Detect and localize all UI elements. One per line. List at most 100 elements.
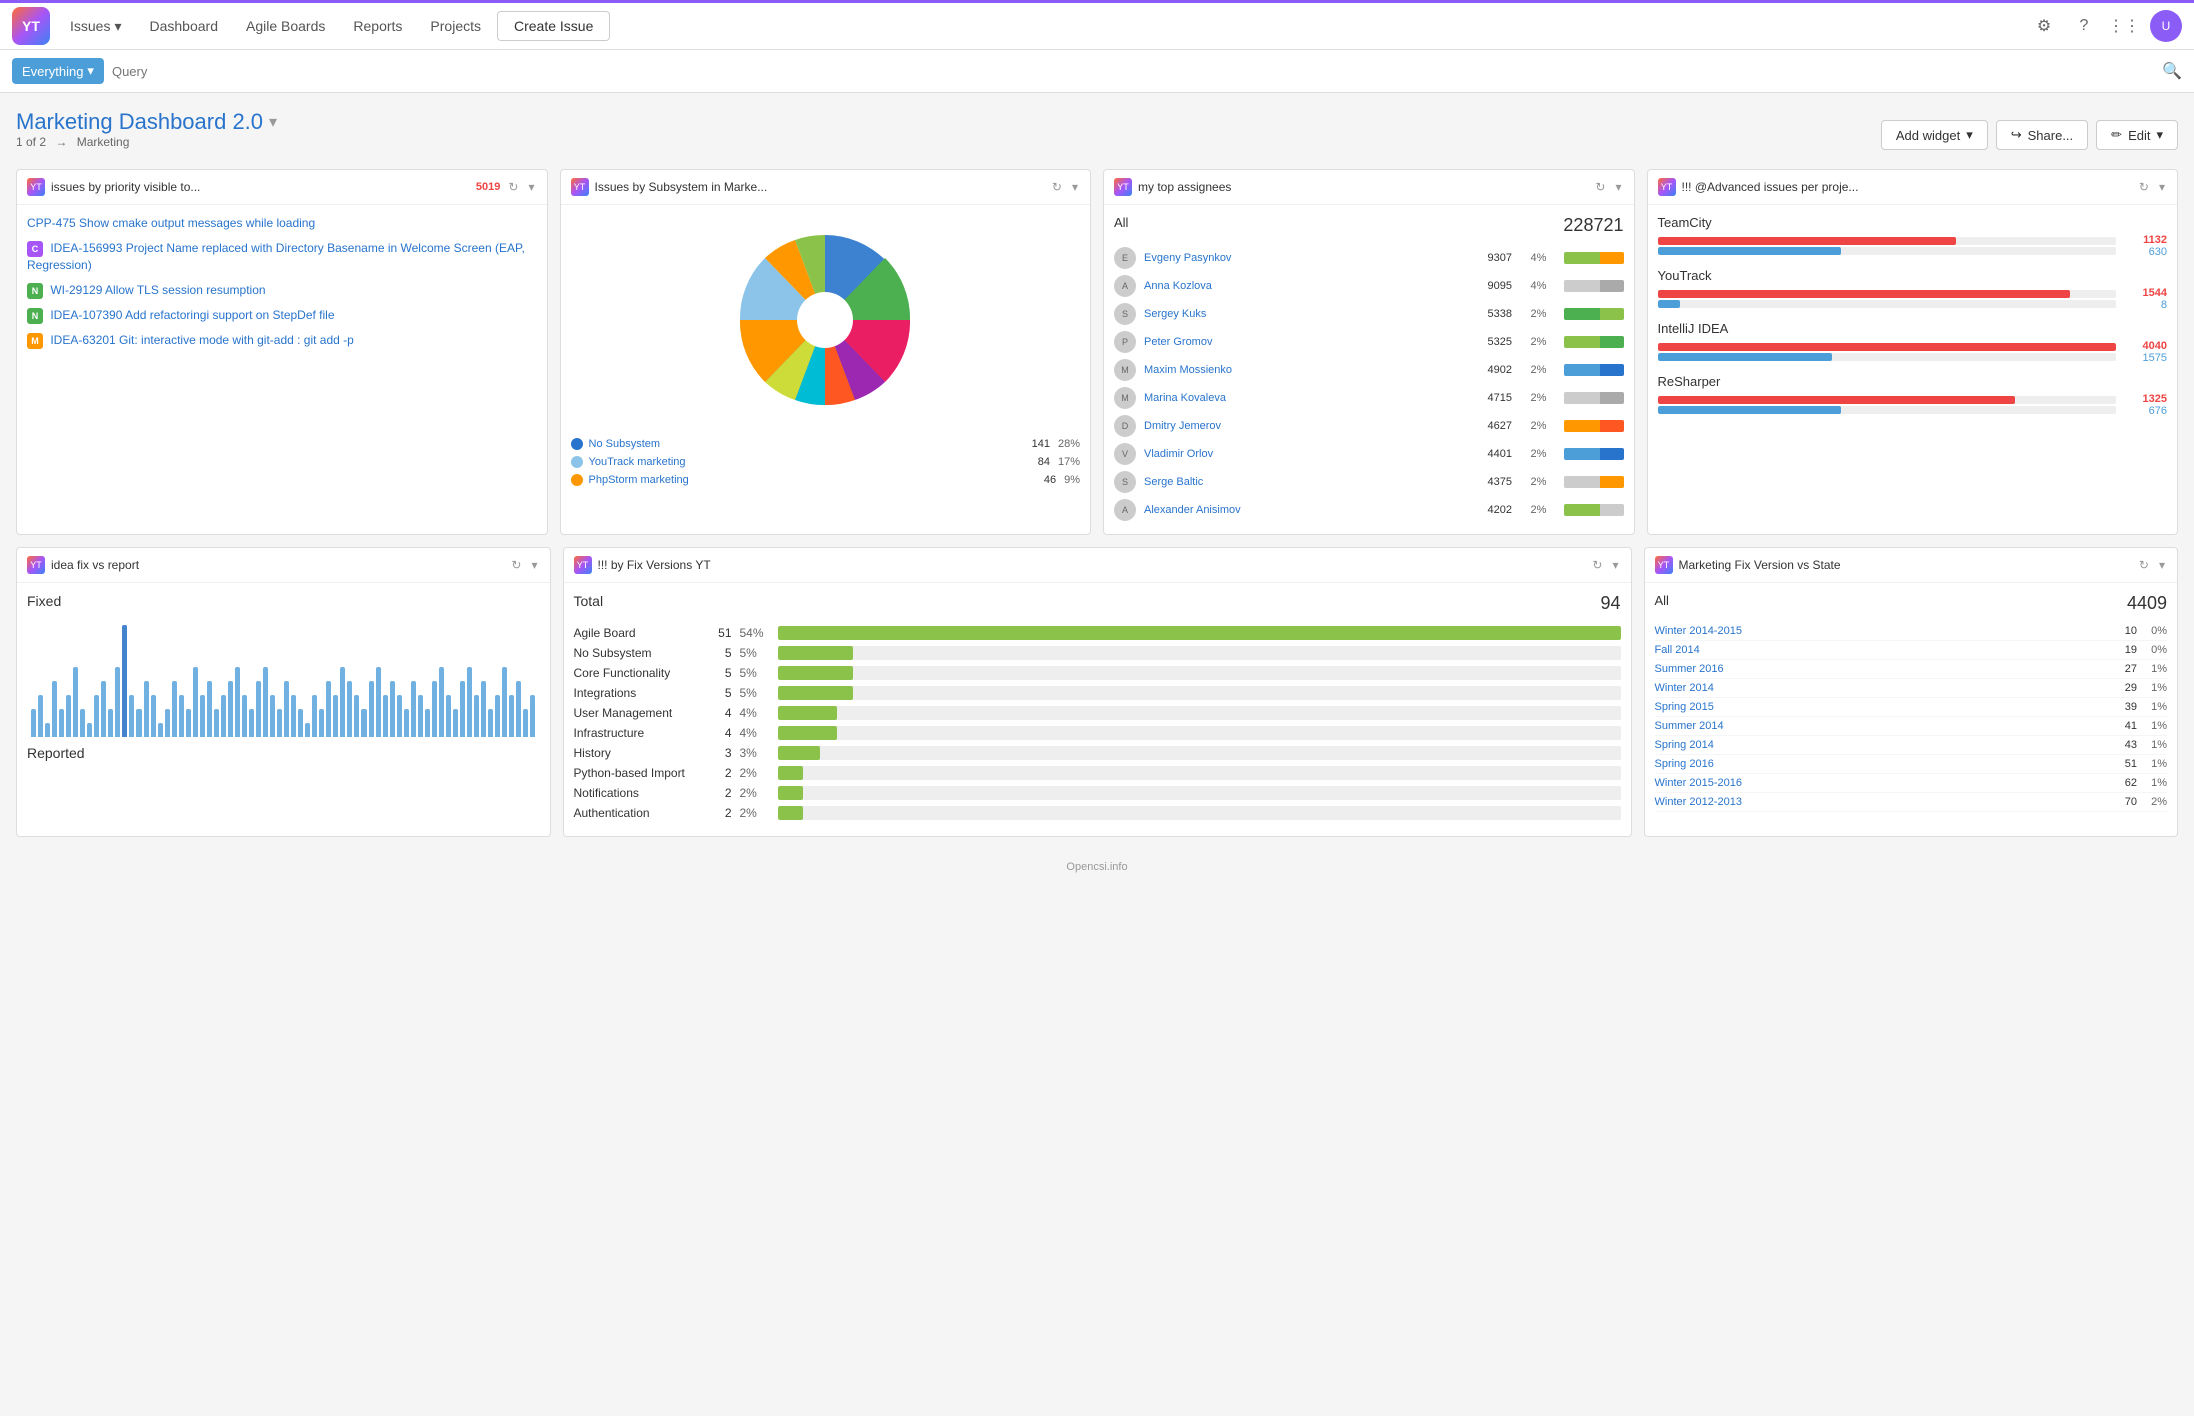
list-item: D Dmitry Jemerov 4627 2% xyxy=(1114,412,1624,440)
fix-vs-report-widget: YT idea fix vs report ↻ ▾ Fixed Reported xyxy=(16,547,551,837)
assignee-name[interactable]: Sergey Kuks xyxy=(1144,308,1480,320)
version-name[interactable]: Spring 2016 xyxy=(1655,758,2108,770)
widget-refresh-button[interactable]: ↻ xyxy=(509,556,523,574)
widget-expand-button[interactable]: ▾ xyxy=(1070,178,1080,196)
project-name: TeamCity xyxy=(1658,215,2168,230)
version-count: 41 xyxy=(2107,720,2137,732)
assignee-name[interactable]: Anna Kozlova xyxy=(1144,280,1480,292)
issue-item: N WI-29129 Allow TLS session resumption xyxy=(27,282,537,299)
chart-bar xyxy=(453,709,458,737)
widget-refresh-button[interactable]: ↻ xyxy=(1050,178,1064,196)
issue-link[interactable]: IDEA-107390 Add refactoringi support on … xyxy=(50,308,334,322)
fix-version-percent: 2% xyxy=(740,806,770,820)
chart-bar xyxy=(432,681,437,737)
version-name[interactable]: Spring 2014 xyxy=(1655,739,2108,751)
fix-versions-list: Agile Board 51 54% No Subsystem 5 5% Cor… xyxy=(574,626,1621,820)
assignee-percent: 2% xyxy=(1531,364,1556,376)
chart-bar xyxy=(136,709,141,737)
nav-reports[interactable]: Reports xyxy=(341,12,414,40)
widget-expand-button[interactable]: ▾ xyxy=(2157,556,2167,574)
widget-header: YT Issues by Subsystem in Marke... ↻ ▾ xyxy=(561,170,1091,205)
widget-refresh-button[interactable]: ↻ xyxy=(1590,556,1604,574)
edit-button[interactable]: ✏ Edit ▾ xyxy=(2096,120,2178,150)
assignee-name[interactable]: Serge Baltic xyxy=(1144,476,1480,488)
nav-issues[interactable]: Issues ▾ xyxy=(58,12,134,41)
legend-label: PhpStorm marketing xyxy=(589,474,1044,486)
assignee-count: 4375 xyxy=(1488,476,1523,488)
project-bar-blue xyxy=(1658,353,2117,361)
version-name[interactable]: Winter 2014-2015 xyxy=(1655,625,2108,637)
project-bar-row: 1544 8 xyxy=(1658,287,2168,311)
version-count: 43 xyxy=(2107,739,2137,751)
legend-count: 46 xyxy=(1044,474,1056,486)
edit-dropdown-icon: ▾ xyxy=(2156,127,2163,143)
widget-title: Issues by Subsystem in Marke... xyxy=(595,180,1044,194)
app-logo[interactable]: YT xyxy=(12,7,50,45)
widget-body: CPP-475 Show cmake output messages while… xyxy=(17,205,547,367)
project-name: YouTrack xyxy=(1658,268,2168,283)
issues-by-priority-widget: YT issues by priority visible to... 5019… xyxy=(16,169,548,535)
chart-bar xyxy=(530,695,535,737)
issue-link[interactable]: IDEA-63201 Git: interactive mode with gi… xyxy=(50,333,354,347)
bottom-widget-row: YT idea fix vs report ↻ ▾ Fixed Reported… xyxy=(16,547,2178,837)
assignee-name[interactable]: Maxim Mossienko xyxy=(1144,364,1480,376)
assignee-name[interactable]: Alexander Anisimov xyxy=(1144,504,1480,516)
chart-bar xyxy=(340,667,345,737)
version-name[interactable]: Spring 2015 xyxy=(1655,701,2108,713)
widget-expand-button[interactable]: ▾ xyxy=(1610,556,1620,574)
issue-link[interactable]: WI-29129 Allow TLS session resumption xyxy=(50,283,265,297)
project-count-blue: 630 xyxy=(2122,246,2167,258)
user-avatar[interactable]: U xyxy=(2150,10,2182,42)
version-name[interactable]: Summer 2016 xyxy=(1655,663,2108,675)
widget-expand-button[interactable]: ▾ xyxy=(2157,178,2167,196)
title-dropdown-icon[interactable]: ▾ xyxy=(269,112,277,132)
assignee-count: 9307 xyxy=(1488,252,1523,264)
add-widget-button[interactable]: Add widget ▾ xyxy=(1881,120,1988,150)
list-item: V Vladimir Orlov 4401 2% xyxy=(1114,440,1624,468)
issue-type-badge: C xyxy=(27,241,43,257)
widget-refresh-button[interactable]: ↻ xyxy=(2137,556,2151,574)
search-input[interactable] xyxy=(112,64,2154,79)
assignee-name[interactable]: Vladimir Orlov xyxy=(1144,448,1480,460)
widget-expand-button[interactable]: ▾ xyxy=(526,178,536,196)
version-name[interactable]: Fall 2014 xyxy=(1655,644,2108,656)
mfv-list: Winter 2014-2015 10 0% Fall 2014 19 0% S… xyxy=(1655,622,2168,812)
chart-bar xyxy=(319,709,324,737)
widget-expand-button[interactable]: ▾ xyxy=(1613,178,1623,196)
legend-color-dot xyxy=(571,474,583,486)
assignee-count: 4401 xyxy=(1488,448,1523,460)
project-count-blue: 1575 xyxy=(2122,352,2167,364)
widget-refresh-button[interactable]: ↻ xyxy=(1593,178,1607,196)
nav-dashboard[interactable]: Dashboard xyxy=(138,12,231,40)
widget-body: TeamCity 1132 630 YouTrack xyxy=(1648,205,2178,437)
help-icon[interactable]: ⚙ xyxy=(2030,12,2058,40)
version-name[interactable]: Winter 2012-2013 xyxy=(1655,796,2108,808)
nav-agile-boards[interactable]: Agile Boards xyxy=(234,12,337,40)
widget-refresh-button[interactable]: ↻ xyxy=(2137,178,2151,196)
create-issue-button[interactable]: Create Issue xyxy=(497,11,610,41)
version-name[interactable]: Winter 2015-2016 xyxy=(1655,777,2108,789)
assignee-name[interactable]: Peter Gromov xyxy=(1144,336,1480,348)
everything-filter-button[interactable]: Everything ▾ xyxy=(12,58,104,84)
widget-refresh-button[interactable]: ↻ xyxy=(506,178,520,196)
apps-icon[interactable]: ⋮⋮ xyxy=(2110,12,2138,40)
share-button[interactable]: ↪ Share... xyxy=(1996,120,2088,150)
issues-by-subsystem-widget: YT Issues by Subsystem in Marke... ↻ ▾ xyxy=(560,169,1092,535)
version-name[interactable]: Summer 2014 xyxy=(1655,720,2108,732)
issue-link[interactable]: CPP-475 Show cmake output messages while… xyxy=(27,216,315,230)
nav-projects[interactable]: Projects xyxy=(418,12,493,40)
version-name[interactable]: Winter 2014 xyxy=(1655,682,2108,694)
widget-expand-button[interactable]: ▾ xyxy=(529,556,539,574)
chart-bar xyxy=(460,681,465,737)
list-item: Summer 2016 27 1% xyxy=(1655,660,2168,679)
nav: Issues ▾ Dashboard Agile Boards Reports … xyxy=(58,11,2022,41)
fix-version-bar xyxy=(778,706,1621,720)
widget-body: All 4409 Winter 2014-2015 10 0% Fall 201… xyxy=(1645,583,2178,822)
assignee-name[interactable]: Evgeny Pasynkov xyxy=(1144,252,1480,264)
issue-link[interactable]: IDEA-156993 Project Name replaced with D… xyxy=(27,241,525,272)
assignee-name[interactable]: Dmitry Jemerov xyxy=(1144,420,1480,432)
notifications-icon[interactable]: ? xyxy=(2070,12,2098,40)
issue-type-badge: N xyxy=(27,283,43,299)
assignee-name[interactable]: Marina Kovaleva xyxy=(1144,392,1480,404)
widget-title: !!! @Advanced issues per proje... xyxy=(1682,180,2131,194)
